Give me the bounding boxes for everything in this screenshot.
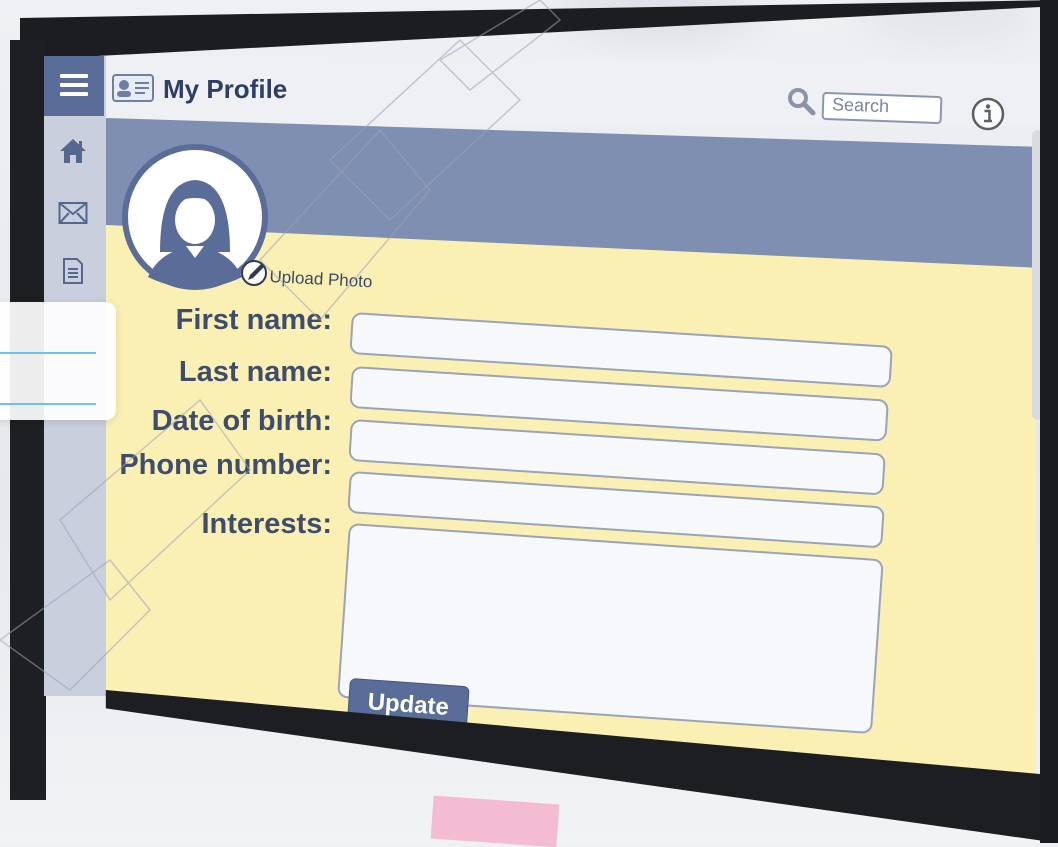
id-card-icon xyxy=(112,74,154,102)
monitor-bezel-left xyxy=(10,40,46,800)
search-input[interactable]: Search xyxy=(821,91,943,125)
divider xyxy=(0,352,96,354)
last-name-label: Last name: xyxy=(178,356,332,388)
document-icon[interactable] xyxy=(58,256,88,286)
info-icon[interactable] xyxy=(970,96,1006,132)
sticky-note xyxy=(430,795,560,847)
pencil-icon[interactable] xyxy=(240,258,270,288)
envelope-icon[interactable] xyxy=(58,198,88,228)
magnifier-icon[interactable] xyxy=(786,86,816,116)
interests-label: Interests: xyxy=(201,508,332,540)
overlay-card xyxy=(0,302,116,420)
page-title: My Profile xyxy=(163,74,288,104)
divider xyxy=(0,403,96,405)
phone-number-label: Phone number: xyxy=(119,449,332,481)
first-name-label: First name: xyxy=(175,304,332,336)
menu-button[interactable] xyxy=(44,56,104,116)
monitor-bezel-right xyxy=(1040,0,1058,843)
date-of-birth-label: Date of birth: xyxy=(151,405,332,437)
home-icon[interactable] xyxy=(58,136,88,166)
